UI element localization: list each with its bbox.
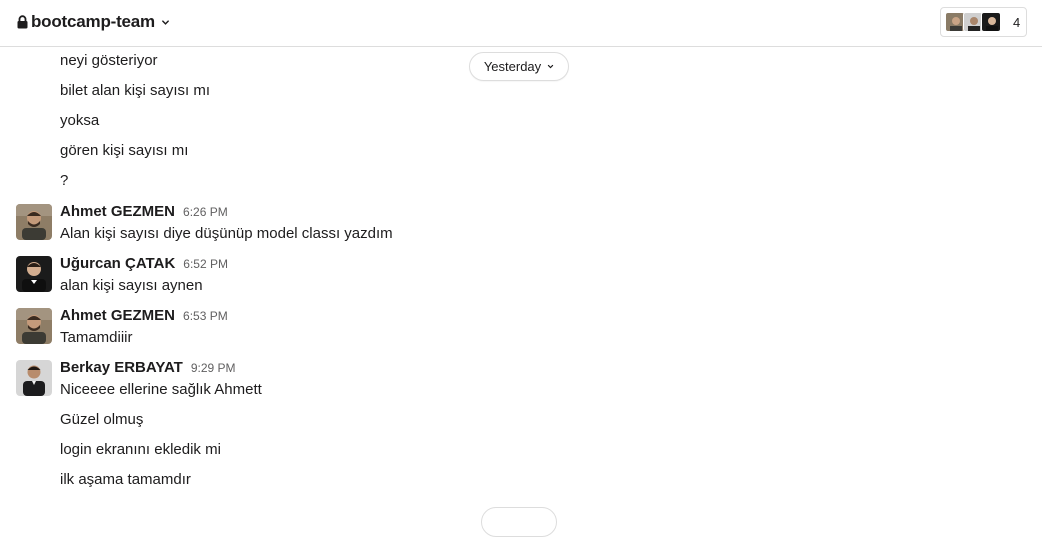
timestamp[interactable]: 6:26 PM [183, 205, 228, 219]
channel-header: bootcamp-team 4 [0, 0, 1042, 47]
avatar-ugurcan-catak[interactable] [16, 256, 52, 292]
message-text: gören kişi sayısı mı [60, 142, 189, 159]
channel-title-button[interactable]: bootcamp-team [17, 12, 170, 32]
chevron-down-icon [548, 64, 554, 69]
chevron-down-icon [162, 19, 169, 25]
message-text: Güzel olmuş [60, 411, 144, 428]
message-text: alan kişi sayısı aynen [60, 277, 203, 294]
message-header: Berkay ERBAYAT 9:29 PM [60, 359, 236, 376]
timestamp[interactable]: 9:29 PM [191, 361, 236, 375]
member-avatar [981, 12, 1001, 32]
avatar-ahmet-gezmen[interactable] [16, 308, 52, 344]
date-divider-button[interactable]: Yesterday [469, 52, 569, 81]
member-avatar [963, 12, 983, 32]
message-text: login ekranını ekledik mi [60, 441, 221, 458]
message-text: neyi gösteriyor [60, 52, 158, 69]
avatar-berkay-erbayat[interactable] [16, 360, 52, 396]
message-text: yoksa [60, 112, 100, 129]
message-text: ? [60, 172, 69, 189]
message-header: Uğurcan ÇATAK 6:52 PM [60, 255, 228, 272]
date-divider-label: Yesterday [483, 59, 542, 74]
members-button[interactable]: 4 [940, 7, 1027, 37]
author-name[interactable]: Uğurcan ÇATAK [60, 255, 175, 272]
message-header: Ahmet GEZMEN 6:53 PM [60, 307, 228, 324]
author-name[interactable]: Ahmet GEZMEN [60, 203, 175, 220]
author-name[interactable]: Ahmet GEZMEN [60, 307, 175, 324]
channel-name: bootcamp-team [31, 12, 155, 31]
date-divider-button[interactable] [481, 507, 557, 537]
member-avatar [945, 12, 965, 32]
member-count: 4 [1013, 14, 1021, 30]
message-text: Tamamdiiir [60, 329, 133, 346]
avatar-ahmet-gezmen[interactable] [16, 204, 52, 240]
author-name[interactable]: Berkay ERBAYAT [60, 359, 183, 376]
message-text: Niceeee ellerine sağlık Ahmett [60, 381, 262, 398]
timestamp[interactable]: 6:53 PM [183, 309, 228, 323]
message-text: Alan kişi sayısı diye düşünüp model clas… [60, 225, 393, 242]
message-text: ilk aşama tamamdır [60, 471, 191, 488]
timestamp[interactable]: 6:52 PM [183, 257, 228, 271]
message-text: bilet alan kişi sayısı mı [60, 82, 211, 99]
message-header: Ahmet GEZMEN 6:26 PM [60, 203, 228, 220]
lock-icon [17, 15, 28, 29]
